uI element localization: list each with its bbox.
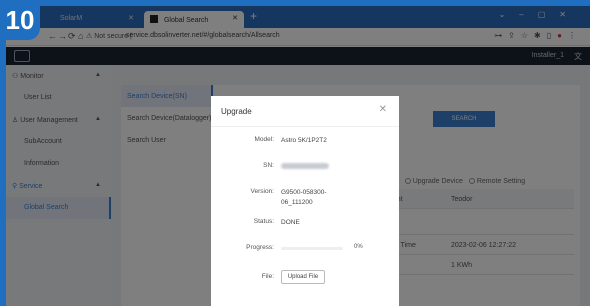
- close-icon[interactable]: ✕: [379, 104, 387, 115]
- model-value: Astro 5K/1P2T2: [281, 137, 327, 144]
- upgrade-dialog: Upgrade ✕ Model: Astro 5K/1P2T2 SN: Vers…: [211, 96, 399, 306]
- status-label: Status:: [253, 218, 274, 225]
- file-label: File:: [261, 273, 274, 280]
- progress-percent: 0%: [354, 244, 363, 250]
- step-badge: 10: [0, 0, 40, 40]
- model-label: Model:: [254, 136, 274, 143]
- divider: [211, 126, 399, 127]
- upload-file-button[interactable]: Upload File: [281, 270, 325, 284]
- sn-value-redacted: [281, 163, 329, 169]
- version-label: Version:: [250, 188, 275, 195]
- progress-bar: [281, 247, 343, 250]
- dialog-title: Upgrade: [221, 107, 252, 116]
- version-value: G9500-058300-06_111200: [281, 189, 327, 206]
- progress-label: Progress:: [246, 244, 274, 251]
- sn-label: SN:: [263, 162, 274, 169]
- browser-window: SolarM ✕ Global Search ✕ + ⌄–▢✕ ← → ⟳ ⌂ …: [6, 6, 590, 306]
- status-value: DONE: [281, 219, 300, 226]
